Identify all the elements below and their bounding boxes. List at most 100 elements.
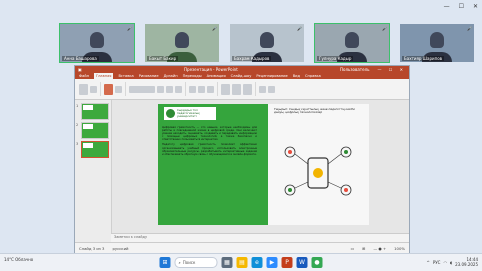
font-group <box>129 82 186 96</box>
participant-tile[interactable]: 🎤 Бакыт Бакир <box>145 24 219 62</box>
minimize-button[interactable]: — <box>444 4 450 10</box>
paragraph-group <box>189 82 218 96</box>
slide-thumbnails: 1 2 3 <box>75 100 112 243</box>
slide-canvas[interactable]: Сырдарья тілі педагогикалық университеті… <box>158 104 369 225</box>
ribbon-toolbar <box>75 79 409 100</box>
slide-thumbnail[interactable] <box>81 103 109 120</box>
language-indicator[interactable]: русский <box>112 246 128 251</box>
zoom-app-icon[interactable]: ▶ <box>266 257 278 268</box>
tab-design[interactable]: Дизайн <box>164 73 178 79</box>
volume-icon[interactable]: ◖ <box>450 260 452 265</box>
document-title: Презентация - PowerPoint <box>184 67 238 72</box>
search-placeholder: Поиск <box>182 260 196 265</box>
participant-name: Бахтияр Шарипов <box>402 56 444 61</box>
arrange-icon[interactable] <box>232 83 241 95</box>
mic-icon: 🎤 <box>382 26 387 31</box>
underline-icon[interactable] <box>175 85 182 93</box>
thumbnail-number: 3 <box>76 142 79 146</box>
replace-icon[interactable] <box>268 85 275 93</box>
digital-network-illustration-icon <box>284 146 352 196</box>
ppt-titlebar: ▣ Презентация - PowerPoint Пользователь … <box>75 66 409 73</box>
drawing-group <box>221 82 256 96</box>
search-icon: ⌕ <box>178 260 181 265</box>
logo-emblem-icon <box>166 109 175 118</box>
taskbar-apps: ⊞ ⌕ Поиск ▦ ▤ e ▶ P W ● <box>159 257 323 268</box>
slide-counter: Слайд 3 из 3 <box>79 246 105 251</box>
slide-body-text[interactable]: Цифровая грамотность — это навыки, котор… <box>162 126 257 158</box>
tab-transitions[interactable]: Переходы <box>183 73 202 79</box>
wifi-icon[interactable]: ◠ <box>443 260 447 265</box>
normal-view-icon[interactable]: ▭ <box>351 246 355 251</box>
slide-right-panel: Тақырып: Сандық сауаттылық және педагогт… <box>268 104 369 225</box>
clipboard-group <box>79 82 101 96</box>
close-button[interactable]: ✕ <box>473 4 478 10</box>
mic-icon: 🎤 <box>127 26 132 31</box>
zoom-slider[interactable]: — ● + <box>373 246 386 251</box>
paste-icon[interactable] <box>79 83 88 95</box>
shapes-icon[interactable] <box>221 83 230 95</box>
tab-slideshow[interactable]: Слайд-шоу <box>231 73 252 79</box>
user-name[interactable]: Пользователь <box>340 67 369 72</box>
slide-thumbnail[interactable] <box>81 122 109 139</box>
start-icon[interactable]: ⊞ <box>159 257 171 268</box>
participant-name: Гулнура Кадыр <box>317 56 354 61</box>
edge-icon[interactable]: e <box>251 257 263 268</box>
participant-tile[interactable]: 🎤 Анна Башарова <box>59 23 135 63</box>
chevron-up-icon[interactable]: ^ <box>426 260 429 265</box>
participant-name: Бакыт Бакир <box>147 56 179 61</box>
participant-tile[interactable]: 🎤 Бахрам Кадыров <box>230 24 304 62</box>
slide-paragraph: Цифровая грамотность — это навыки, котор… <box>162 126 257 142</box>
clock[interactable]: 14:44 23.09.2025 <box>455 257 478 267</box>
find-icon[interactable] <box>259 85 266 93</box>
bullets-icon[interactable] <box>189 85 196 93</box>
slide-paragraph: Педагогу цифровая грамотность позволяет … <box>162 143 257 156</box>
participant-tile[interactable]: 🎤 Бахтияр Шарипов <box>400 24 474 62</box>
file-explorer-icon[interactable]: ▤ <box>236 257 248 268</box>
font-family-select[interactable] <box>129 85 155 93</box>
tab-draw[interactable]: Рисование <box>139 73 159 79</box>
ppt-window-controls[interactable]: — ☐ ✕ <box>378 67 406 72</box>
quick-styles-icon[interactable] <box>243 83 252 95</box>
weather-widget[interactable]: 14°C Облачно <box>4 257 33 262</box>
italic-icon[interactable] <box>166 85 173 93</box>
maximize-button[interactable]: ☐ <box>459 4 464 10</box>
system-tray: ^ РУС ◠ ◖ 14:44 23.09.2025 <box>426 257 478 267</box>
word-icon[interactable]: W <box>296 257 308 268</box>
thumbnail-number: 1 <box>76 104 79 108</box>
tab-view[interactable]: Вид <box>293 73 300 79</box>
mic-icon: 🎤 <box>297 26 302 31</box>
search-input[interactable]: ⌕ Поиск <box>174 257 218 268</box>
participant-tile[interactable]: 🎤 Гулнура Кадыр <box>314 23 390 63</box>
slide-thumbnail[interactable] <box>81 141 109 158</box>
tab-insert[interactable]: Вставка <box>118 73 133 79</box>
clock-date: 23.09.2025 <box>455 262 478 267</box>
participant-name: Бахрам Кадыров <box>232 56 272 61</box>
task-view-icon[interactable]: ▦ <box>221 257 233 268</box>
cut-icon[interactable] <box>90 85 97 93</box>
numbering-icon[interactable] <box>198 85 205 93</box>
powerpoint-icon[interactable]: P <box>281 257 293 268</box>
participant-name: Анна Башарова <box>62 56 99 61</box>
sorter-view-icon[interactable]: ⊞ <box>362 246 365 251</box>
powerpoint-window: ▣ Презентация - PowerPoint Пользователь … <box>74 65 410 255</box>
window-controls: — ☐ ✕ <box>444 4 478 10</box>
tab-review[interactable]: Рецензирование <box>256 73 287 79</box>
zoom-level[interactable]: 100% <box>394 246 405 251</box>
layout-icon[interactable] <box>115 85 122 93</box>
tab-animations[interactable]: Анимация <box>207 73 226 79</box>
input-language[interactable]: РУС <box>433 260 441 265</box>
thumbnail-number: 2 <box>76 123 79 127</box>
bold-icon[interactable] <box>157 85 164 93</box>
participant-strip: 🎤 Анна Башарова 🎤 Бакыт Бакир 🎤 Бахрам К… <box>59 23 476 63</box>
slides-group <box>104 82 126 96</box>
logo-text: Сырдарья тілі педагогикалық университеті <box>177 108 200 118</box>
new-slide-icon[interactable] <box>104 83 113 95</box>
slide-caption: Тақырып: Сандық сауаттылық және педагогт… <box>274 107 355 115</box>
align-icon[interactable] <box>207 85 214 93</box>
chrome-icon[interactable]: ● <box>311 257 323 268</box>
tab-help[interactable]: Справка <box>305 73 321 79</box>
tab-home[interactable]: Главная <box>93 73 114 79</box>
editing-workspace: 1 2 3 Сырдарья тілі педагогикалық универ… <box>75 100 409 243</box>
mic-icon: 🎤 <box>212 26 217 31</box>
tab-file[interactable]: Файл <box>79 73 89 79</box>
